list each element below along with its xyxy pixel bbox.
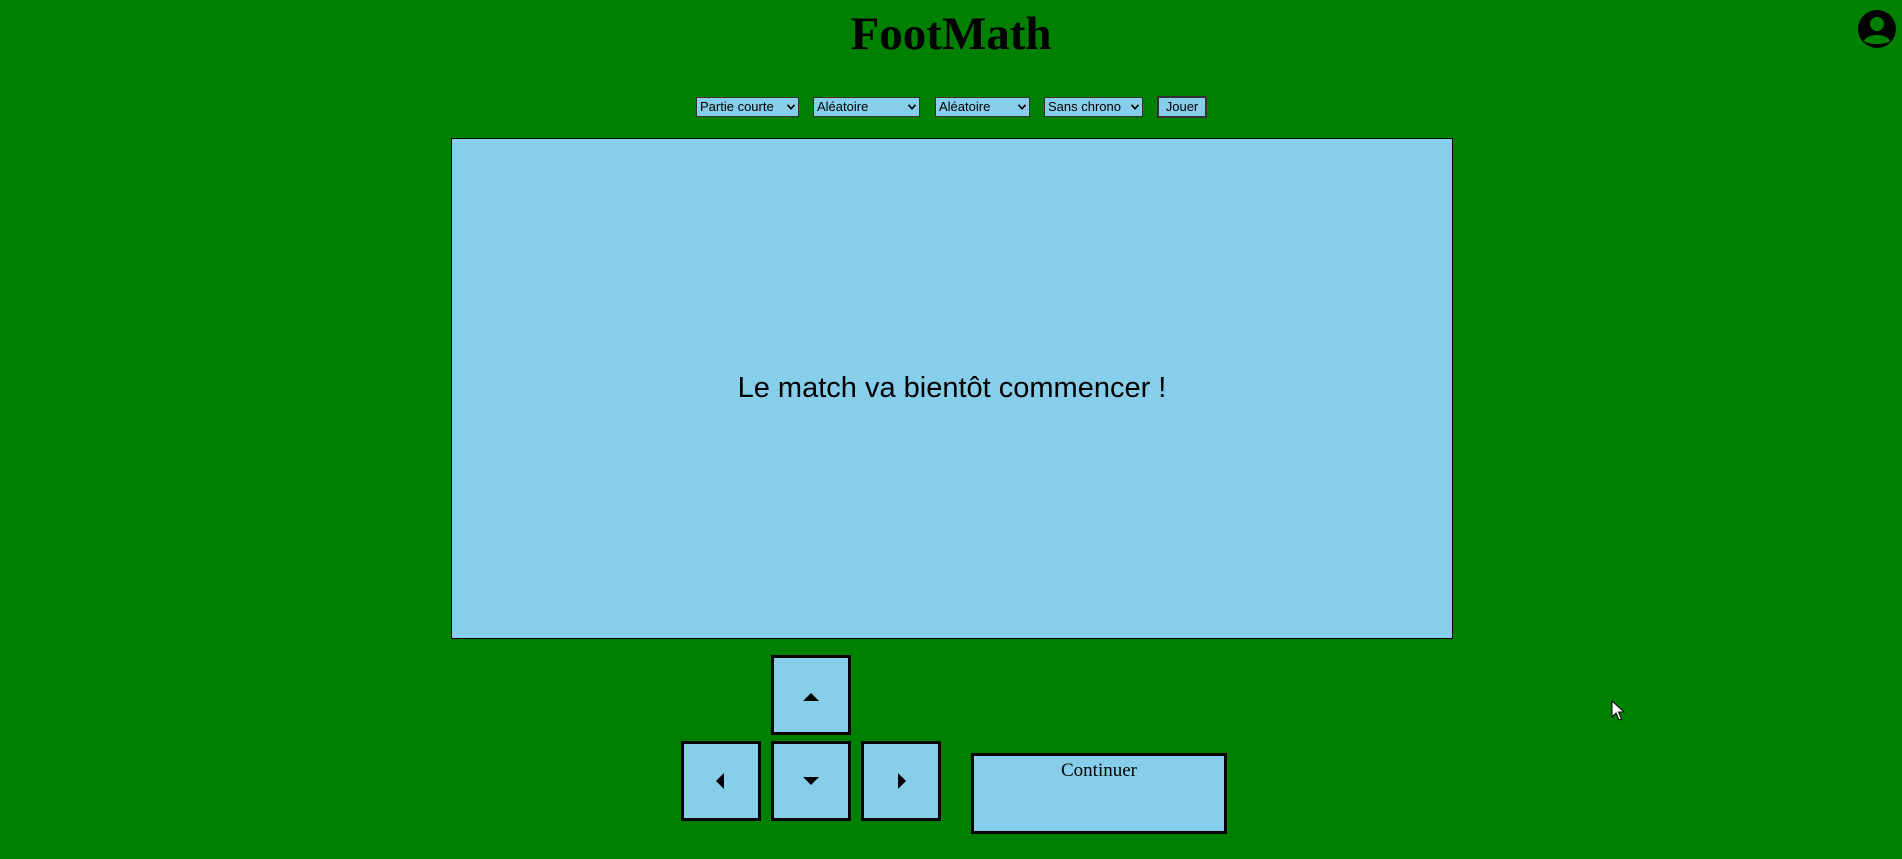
arrow-down-button[interactable] bbox=[771, 741, 851, 821]
game-length-value: Partie courte bbox=[700, 99, 774, 114]
timer-select[interactable]: Sans chrono bbox=[1044, 97, 1143, 117]
arrow-down-icon bbox=[803, 777, 819, 785]
chevron-down-icon bbox=[1131, 104, 1139, 110]
chevron-down-icon bbox=[908, 104, 916, 110]
arrow-up-button[interactable] bbox=[771, 655, 851, 735]
game-length-select[interactable]: Partie courte bbox=[696, 97, 799, 117]
option-2-select[interactable]: Aléatoire bbox=[813, 97, 920, 117]
game-board: Le match va bientôt commencer ! bbox=[451, 138, 1453, 639]
chevron-down-icon bbox=[1018, 104, 1026, 110]
mouse-cursor-icon bbox=[1611, 700, 1625, 721]
option-3-value: Aléatoire bbox=[939, 99, 991, 114]
arrow-right-icon bbox=[898, 773, 906, 789]
arrow-up-icon bbox=[803, 693, 819, 701]
option-2-value: Aléatoire bbox=[817, 99, 869, 114]
arrow-right-button[interactable] bbox=[861, 741, 941, 821]
chevron-down-icon bbox=[787, 104, 795, 110]
account-icon[interactable] bbox=[1857, 9, 1897, 49]
arrow-left-button[interactable] bbox=[681, 741, 761, 821]
page-title: FootMath bbox=[850, 8, 1052, 60]
play-button[interactable]: Jouer bbox=[1157, 96, 1207, 118]
game-settings-bar: Partie courte Aléatoire Aléatoire Sans c… bbox=[0, 96, 1902, 119]
arrow-left-icon bbox=[716, 773, 724, 789]
board-message: Le match va bientôt commencer ! bbox=[737, 372, 1167, 404]
continue-button[interactable]: Continuer bbox=[971, 753, 1227, 834]
option-3-select[interactable]: Aléatoire bbox=[935, 97, 1030, 117]
timer-value: Sans chrono bbox=[1048, 99, 1121, 114]
